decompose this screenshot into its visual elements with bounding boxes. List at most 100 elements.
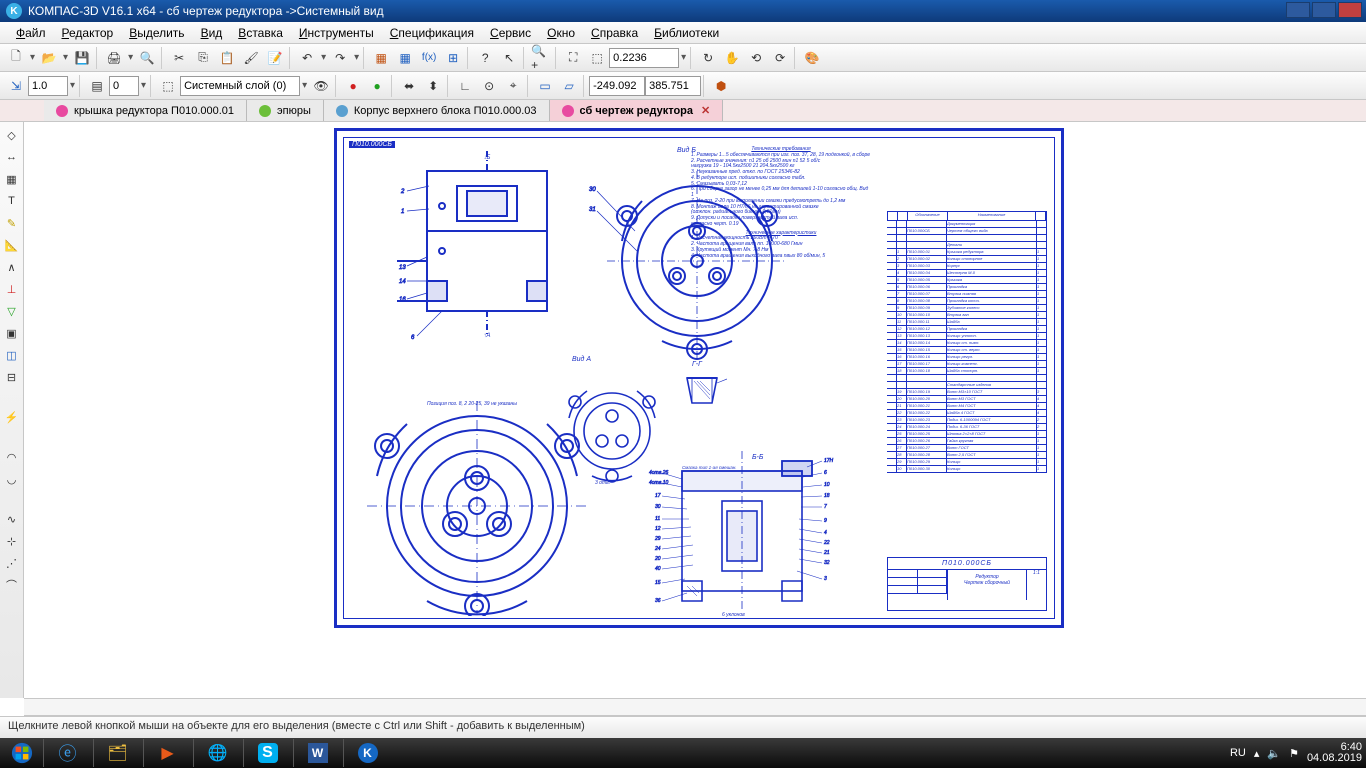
redo-button[interactable]: ↷ [329, 47, 351, 69]
doc-tab[interactable]: эпюры [247, 100, 324, 121]
hatch-tool[interactable]: ▦ [2, 169, 22, 189]
axis-tool[interactable]: ∧ [2, 257, 22, 277]
tray-up-icon[interactable]: ▴ [1254, 747, 1260, 760]
menu-файл[interactable]: Файл [8, 23, 54, 43]
minimize-button[interactable] [1286, 2, 1310, 18]
text-tool[interactable]: T [2, 191, 22, 211]
cut-button[interactable]: ✂ [168, 47, 190, 69]
zoom-fit-button[interactable]: ⛶ [562, 47, 584, 69]
zoom-value-input[interactable] [609, 48, 679, 68]
menu-вставка[interactable]: Вставка [230, 23, 291, 43]
layer-select[interactable] [180, 76, 300, 96]
paste-button[interactable]: 📋 [216, 47, 238, 69]
coord-y-input[interactable] [645, 76, 701, 96]
menu-библиотеки[interactable]: Библиотеки [646, 23, 727, 43]
menu-выделить[interactable]: Выделить [121, 23, 192, 43]
layer-icon[interactable]: ▤ [86, 75, 108, 97]
surface-tool[interactable]: ▽ [2, 301, 22, 321]
style2-button[interactable]: ● [366, 75, 388, 97]
arc-tool[interactable]: ◠ [2, 447, 22, 467]
maximize-button[interactable] [1312, 2, 1336, 18]
spec2-button[interactable]: ▦ [394, 47, 416, 69]
taskbar-skype[interactable]: S [243, 739, 291, 767]
fx-button[interactable]: f(x) [418, 47, 440, 69]
preview-button[interactable]: 🔍 [136, 47, 158, 69]
properties-button[interactable]: 📝 [264, 47, 286, 69]
doc-tab[interactable]: Корпус верхнего блока П010.000.03 [324, 100, 550, 121]
style1-button[interactable]: ● [342, 75, 364, 97]
menu-редактор[interactable]: Редактор [54, 23, 122, 43]
format-button[interactable]: 🖌 [240, 47, 262, 69]
menu-вид[interactable]: Вид [193, 23, 231, 43]
tray-sound-icon[interactable]: 🔈 [1267, 747, 1281, 760]
tab-close-icon[interactable]: ✕ [701, 104, 710, 117]
tab-color-icon [336, 105, 348, 117]
zoom-in-button[interactable]: 🔍+ [530, 47, 552, 69]
taskbar-kompas[interactable]: K [343, 739, 391, 767]
insert-tool[interactable]: ◫ [2, 345, 22, 365]
taskbar-media[interactable]: ▶ [143, 739, 191, 767]
help-button[interactable]: ? [474, 47, 496, 69]
menu-сервис[interactable]: Сервис [482, 23, 539, 43]
small-arc-tool[interactable]: ◡ [2, 469, 22, 489]
vars-button[interactable]: ⊞ [442, 47, 464, 69]
zoom-next-button[interactable]: ⟳ [769, 47, 791, 69]
tangent-tool[interactable]: ∿ [2, 509, 22, 529]
params-tool[interactable]: ⊟ [2, 367, 22, 387]
edit-tool[interactable]: ✎ [2, 213, 22, 233]
menu-спецификация[interactable]: Спецификация [382, 23, 482, 43]
gizmo-button[interactable]: ⬢ [710, 75, 732, 97]
save-button[interactable]: 💾 [71, 47, 93, 69]
tray-clock[interactable]: 6:40 04.08.2019 [1307, 742, 1362, 764]
tab-color-icon [562, 105, 574, 117]
doc-tab[interactable]: сб чертеж редуктора✕ [550, 100, 724, 121]
ortho-button[interactable]: ∟ [454, 75, 476, 97]
zoom-prev-button[interactable]: ⟲ [745, 47, 767, 69]
taskbar-ie[interactable]: ⓔ [43, 739, 91, 767]
ucs-button[interactable]: ⌖ [502, 75, 524, 97]
start-button[interactable] [2, 739, 42, 767]
measure-tool[interactable]: 📐 [2, 235, 22, 255]
doc-tab[interactable]: крышка редуктора П010.000.01 [44, 100, 247, 121]
point-tool[interactable]: ⊹ [2, 531, 22, 551]
taskbar-explorer[interactable]: 🗂 [93, 739, 141, 767]
step-input[interactable] [28, 76, 68, 96]
layer-vis-icon[interactable]: 👁 [310, 75, 332, 97]
menu-окно[interactable]: Окно [539, 23, 583, 43]
centerline-tool[interactable]: ⊥ [2, 279, 22, 299]
tray-flag-icon[interactable]: ⚑ [1289, 747, 1299, 760]
weld-tool[interactable]: ▣ [2, 323, 22, 343]
param-button[interactable]: ▱ [558, 75, 580, 97]
copy-button[interactable]: ⎘ [192, 47, 214, 69]
snap-button[interactable]: ⇲ [5, 75, 27, 97]
redraw-button[interactable]: ↻ [697, 47, 719, 69]
spec-button[interactable]: ▦ [370, 47, 392, 69]
print-button[interactable]: 🖨 [103, 47, 125, 69]
menu-справка[interactable]: Справка [583, 23, 646, 43]
menu-инструменты[interactable]: Инструменты [291, 23, 382, 43]
undo-button[interactable]: ↶ [296, 47, 318, 69]
round-button[interactable]: ⊙ [478, 75, 500, 97]
layers-button[interactable]: ⬚ [157, 75, 179, 97]
render-button[interactable]: 🎨 [801, 47, 823, 69]
equi-tool[interactable]: ⋰ [2, 553, 22, 573]
pan-button[interactable]: ✋ [721, 47, 743, 69]
new-button[interactable]: 🗋 [5, 47, 27, 69]
taskbar-chrome[interactable]: 🌐 [193, 739, 241, 767]
fillet-tool[interactable]: ⌒ [2, 575, 22, 595]
tray-lang[interactable]: RU [1230, 747, 1246, 759]
assoc-button[interactable]: ▭ [534, 75, 556, 97]
taskbar-word[interactable]: W [293, 739, 341, 767]
grid-x-button[interactable]: ⬌ [398, 75, 420, 97]
drawing-canvas[interactable]: П010.000СБ [24, 122, 1366, 698]
open-button[interactable]: 📂 [38, 47, 60, 69]
split-tool[interactable]: ⚡ [2, 407, 22, 427]
coord-x-input[interactable] [589, 76, 645, 96]
cursor-button[interactable]: ↖ [498, 47, 520, 69]
close-button[interactable] [1338, 2, 1362, 18]
grid-y-button[interactable]: ⬍ [422, 75, 444, 97]
dimension-tool[interactable]: ↔ [2, 147, 22, 167]
zoom-window-button[interactable]: ⬚ [586, 47, 608, 69]
geometry-tool[interactable]: ◇ [2, 125, 22, 145]
style-input[interactable] [109, 76, 139, 96]
